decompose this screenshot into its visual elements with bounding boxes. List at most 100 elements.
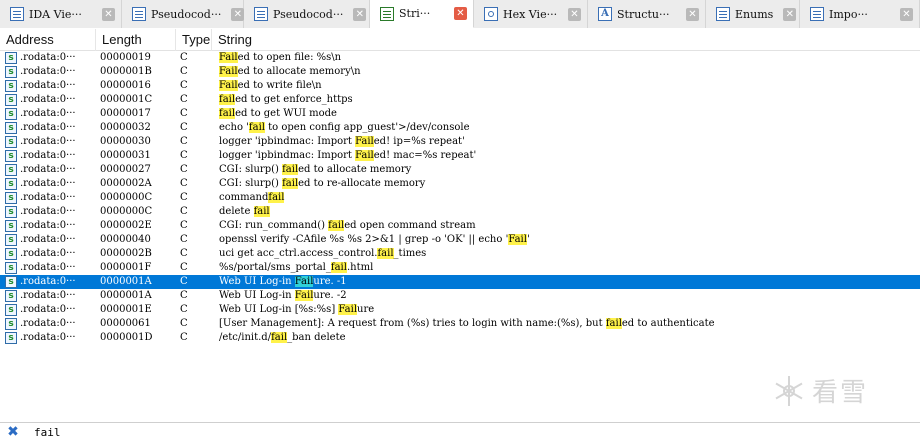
table-row[interactable]: s .rodata:0··· 00000061 C [User Management]:… <box>0 317 920 331</box>
match-highlight: Fail <box>508 234 527 245</box>
string-cell: openssl verify -CAfile %s %s 2>&1 | grep… <box>212 233 920 247</box>
type-cell: C <box>180 94 188 105</box>
tab-label: Stri··· <box>399 7 431 20</box>
address-text: .rodata:0··· <box>20 220 76 231</box>
table-row[interactable]: s .rodata:0··· 0000001C Cfailed to get enfo… <box>0 93 920 107</box>
string-part: uci get acc_ctrl.access_control. <box>219 248 378 259</box>
close-tab-icon[interactable]: ✕ <box>568 7 581 21</box>
type-cell: C <box>180 80 188 91</box>
match-highlight: Fail <box>219 66 238 77</box>
string-part: ed to re-allocate memory <box>298 178 426 189</box>
close-tab-icon[interactable]: ✕ <box>783 7 797 21</box>
address-cell: s .rodata:0··· <box>0 177 96 191</box>
table-row[interactable]: s .rodata:0··· 0000002A C CGI: slurp() faile… <box>0 177 920 191</box>
address-text: .rodata:0··· <box>20 108 76 119</box>
filter-bar: ✖ fail <box>0 422 920 441</box>
match-highlight: fail <box>219 94 236 105</box>
string-item-icon: s <box>5 220 17 232</box>
filter-input[interactable]: fail <box>34 426 61 439</box>
type-cell: C <box>180 66 188 77</box>
string-cell: commandfail <box>212 191 920 205</box>
match-highlight: fail <box>282 178 299 189</box>
length-cell: 0000001A <box>100 290 152 301</box>
enums-icon <box>716 7 730 21</box>
string-part: command <box>219 192 269 203</box>
string-part: logger 'ipbindmac: Import <box>219 150 356 161</box>
match-highlight: fail <box>330 262 347 273</box>
close-tab-icon[interactable]: ✕ <box>454 7 467 20</box>
address-text: .rodata:0··· <box>20 262 76 273</box>
match-highlight: Fail <box>294 290 314 301</box>
table-row[interactable]: s .rodata:0··· 00000030 Clogger 'ipbindmac:… <box>0 135 920 149</box>
table-row[interactable]: s .rodata:0··· 00000031 Clogger 'ipbindmac:… <box>0 149 920 163</box>
column-header-address[interactable]: Address <box>0 28 96 51</box>
address-cell: s .rodata:0··· <box>0 65 96 79</box>
string-cell: failed to get WUI mode <box>212 107 920 121</box>
table-row[interactable]: s .rodata:0··· 00000016 C Failed to write fi… <box>0 79 920 93</box>
close-filter-icon[interactable]: ✖ <box>6 425 20 439</box>
table-row[interactable]: s .rodata:0··· 0000002E C CGI: run_command()… <box>0 219 920 233</box>
table-row[interactable]: s .rodata:0··· 00000040 Copenssl verify -CA… <box>0 233 920 247</box>
address-cell: s .rodata:0··· <box>0 289 96 303</box>
table-row[interactable]: s .rodata:0··· 00000032 Cecho 'fail to open… <box>0 121 920 135</box>
table-row[interactable]: s .rodata:0··· 0000001F C %s/portal/sms_port… <box>0 261 920 275</box>
tab-structures[interactable]: A Structu··· ✕ <box>588 0 706 28</box>
type-cell: C <box>180 206 188 217</box>
string-part: ure <box>357 304 375 315</box>
string-item-icon: s <box>5 136 17 148</box>
table-row[interactable]: s .rodata:0··· 0000001E C Web UI Log-in [%s:… <box>0 303 920 317</box>
tab-pseudocode[interactable]: Pseudocod··· ✕ <box>244 0 370 28</box>
table-row[interactable]: s .rodata:0··· 0000001D C/etc/init.d/fail_b… <box>0 331 920 345</box>
type-cell: C <box>180 276 188 287</box>
address-cell: s .rodata:0··· <box>0 303 96 317</box>
type-cell: C <box>180 318 188 329</box>
column-header-type[interactable]: Type <box>176 28 212 51</box>
string-part: [User Management]: A request from (%s) t… <box>219 318 606 329</box>
table-row[interactable]: s .rodata:0··· 0000000C Cdelete fail <box>0 205 920 219</box>
type-cell: C <box>180 164 188 175</box>
close-tab-icon[interactable]: ✕ <box>353 7 367 21</box>
type-cell: C <box>180 150 188 161</box>
tab-ida-view[interactable]: IDA Vie··· ✕ <box>0 0 122 28</box>
string-part: openssl verify -CAfile %s %s 2>&1 | grep… <box>219 234 509 245</box>
address-text: .rodata:0··· <box>20 52 76 63</box>
table-row[interactable]: s .rodata:0··· 0000001A C Web UI Log-in Fail… <box>0 275 920 289</box>
tab-strings[interactable]: Stri··· ✕ <box>370 0 474 28</box>
address-cell: s .rodata:0··· <box>0 163 96 177</box>
column-header-length[interactable]: Length <box>96 28 176 51</box>
address-text: .rodata:0··· <box>20 248 76 259</box>
strings-table: Address Length Type String s .rodata:0···… <box>0 28 920 345</box>
table-header: Address Length Type String <box>0 28 920 51</box>
string-part: to open config app_guest'>/dev/console <box>264 122 470 133</box>
string-part: ed! mac=%s repeat' <box>373 150 477 161</box>
string-item-icon: s <box>5 80 17 92</box>
address-cell: s .rodata:0··· <box>0 261 96 275</box>
pseudocode-icon <box>254 7 268 21</box>
close-tab-icon[interactable]: ✕ <box>900 7 913 21</box>
tab-pseudocode[interactable]: Pseudocod··· ✕ <box>122 0 245 28</box>
string-item-icon: s <box>5 164 17 176</box>
string-part: delete <box>219 206 254 217</box>
table-row[interactable]: s .rodata:0··· 00000017 Cfailed to get WUI … <box>0 107 920 121</box>
string-part: ed to get enforce_https <box>235 94 353 105</box>
address-cell: s .rodata:0··· <box>0 275 96 289</box>
table-row[interactable]: s .rodata:0··· 00000027 C CGI: slurp() faile… <box>0 163 920 177</box>
tab-hex-view[interactable]: Hex Vie··· ✕ <box>474 0 588 28</box>
table-row[interactable]: s .rodata:0··· 00000019 C Failed to open fil… <box>0 51 920 65</box>
table-row[interactable]: s .rodata:0··· 0000001A C Web UI Log-in Fail… <box>0 289 920 303</box>
tab-imports[interactable]: Impo··· ✕ <box>800 0 920 28</box>
string-part: _ban delete <box>287 332 346 343</box>
tab-enums[interactable]: Enums ✕ <box>706 0 800 28</box>
table-row[interactable]: s .rodata:0··· 0000001B C Failed to allocate… <box>0 65 920 79</box>
close-tab-icon[interactable]: ✕ <box>686 7 699 21</box>
length-cell: 00000027 <box>100 164 151 175</box>
address-cell: s .rodata:0··· <box>0 135 96 149</box>
close-tab-icon[interactable]: ✕ <box>102 7 115 21</box>
close-tab-icon[interactable]: ✕ <box>231 7 245 21</box>
table-row[interactable]: s .rodata:0··· 0000002B Cuci get acc_ctrl.a… <box>0 247 920 261</box>
address-text: .rodata:0··· <box>20 290 76 301</box>
match-highlight: fail <box>605 318 622 329</box>
column-header-string[interactable]: String <box>212 29 920 51</box>
string-part: ed to get WUI mode <box>235 108 337 119</box>
table-row[interactable]: s .rodata:0··· 0000000C Ccommandfail <box>0 191 920 205</box>
